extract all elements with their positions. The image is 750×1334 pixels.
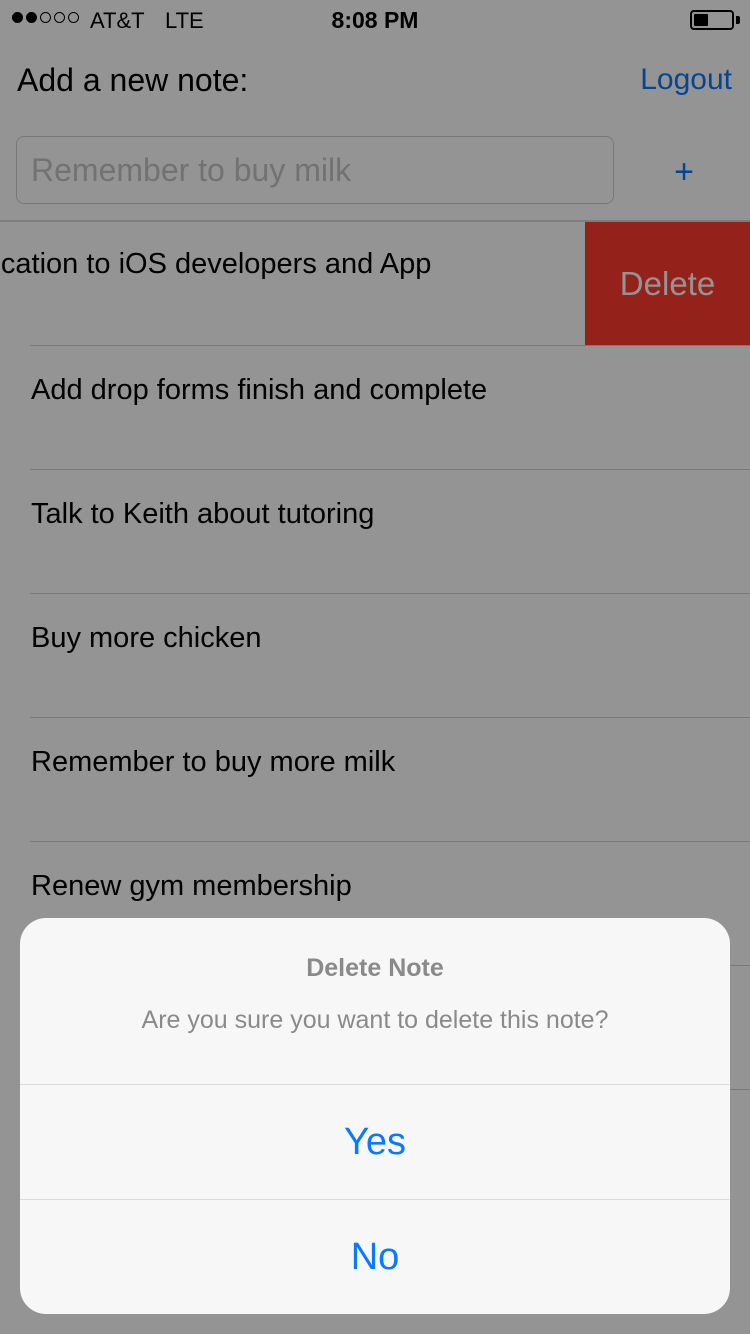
alert-title: Delete Note (306, 954, 444, 982)
yes-button[interactable]: Yes (20, 1085, 730, 1199)
no-button[interactable]: No (20, 1200, 730, 1314)
alert-message: Are you sure you want to delete this not… (141, 1006, 609, 1034)
delete-confirmation-sheet: Delete Note Are you sure you want to del… (20, 918, 730, 1314)
